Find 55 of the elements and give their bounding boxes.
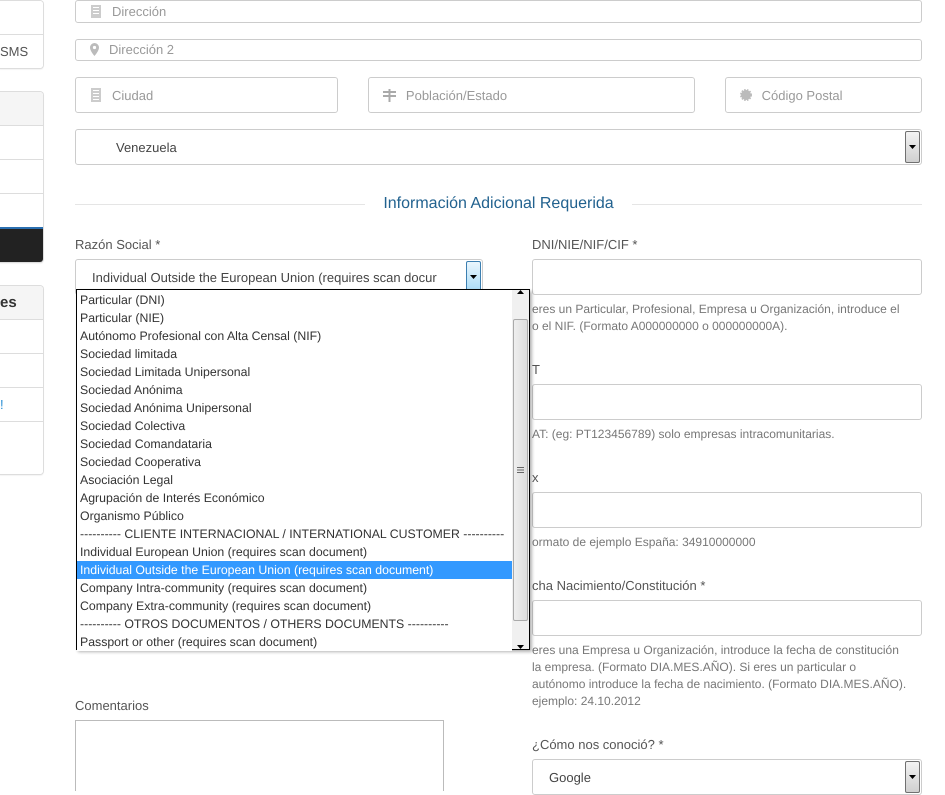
field-label: ¿Cómo nos conoció? * — [532, 737, 665, 752]
placeholder-text: Código Postal — [762, 88, 843, 102]
text-input[interactable] — [532, 492, 922, 528]
sidebar-item[interactable] — [0, 421, 43, 474]
help-text: ormato de ejemplo España: 34910000000 — [532, 534, 756, 551]
help-text: AT: (eg: PT123456789) solo empresas intracomunitarias. — [532, 426, 836, 443]
field-label: DNI/NIE/NIF/CIF * — [532, 237, 638, 252]
help-text: eres un Particular, Profesional, Empresa u Organización, introduce el — [532, 301, 901, 318]
sidebar-item[interactable] — [0, 1, 43, 34]
caret-down-icon — [470, 275, 477, 279]
scrollbar-thumb[interactable] — [513, 318, 528, 620]
comments-textarea[interactable] — [75, 720, 444, 791]
sidebar-item[interactable]: SMS — [0, 34, 43, 68]
map-pin-icon — [90, 43, 99, 56]
text-input[interactable] — [532, 259, 922, 295]
section-heading: Información Adicional Requerida — [383, 195, 614, 213]
caret-down-icon — [909, 145, 916, 149]
referral-select[interactable]: Google — [532, 759, 922, 795]
sidebar-item[interactable] — [0, 353, 43, 387]
text-input[interactable] — [532, 600, 922, 636]
building-icon — [90, 88, 102, 102]
placeholder-text: Población/Estado — [406, 88, 508, 102]
caret-down-icon — [909, 775, 916, 779]
help-text: o el NIF. (Formato A000000000 o 000000000A). — [532, 318, 789, 335]
dropdown-arrow-button[interactable] — [905, 761, 920, 793]
item-text: SMS — [0, 44, 28, 59]
link-text: ! — [0, 397, 4, 412]
dropdown-arrow-button[interactable] — [905, 131, 920, 163]
field-label: Comentarios — [75, 698, 150, 713]
field-label: T — [532, 362, 541, 377]
building-icon — [90, 4, 102, 18]
placeholder-text: Dirección 2 — [109, 42, 174, 58]
gear-icon — [740, 89, 752, 101]
sidebar-item[interactable] — [0, 125, 43, 159]
dark-menu-item[interactable] — [0, 227, 43, 262]
placeholder-text: Dirección — [112, 4, 166, 19]
help-text: la empresa. (Formato DIA.MES.AÑO). Si eres un particular o — [532, 659, 858, 676]
scrollbar[interactable] — [512, 290, 529, 649]
placeholder-text: Ciudad — [112, 88, 154, 102]
field-label: Razón Social * — [75, 237, 162, 252]
help-text: ejemplo: 24.10.2012 — [532, 693, 642, 710]
sidebar-item[interactable] — [0, 319, 43, 353]
signpost-icon — [382, 88, 396, 102]
country-select[interactable]: Venezuela — [75, 129, 922, 165]
help-text: autónomo introduce la fecha de nacimiento. (Formato DIA.MES.AÑO). — [532, 676, 908, 693]
item-text: es — [0, 294, 17, 311]
field-label: x — [532, 470, 540, 485]
dropdown-option[interactable]: Passport or other (requires scan document) — [77, 633, 512, 651]
grip-icon — [517, 466, 524, 472]
sidebar-item[interactable] — [0, 159, 43, 193]
sidebar-item[interactable]: ! — [0, 387, 43, 421]
text-input[interactable] — [532, 384, 922, 420]
field-label: cha Nacimiento/Constitución * — [532, 578, 706, 593]
sidebar-item[interactable] — [0, 193, 43, 227]
help-text: eres una Empresa u Organización, introduce la fecha de constitución — [532, 642, 900, 659]
